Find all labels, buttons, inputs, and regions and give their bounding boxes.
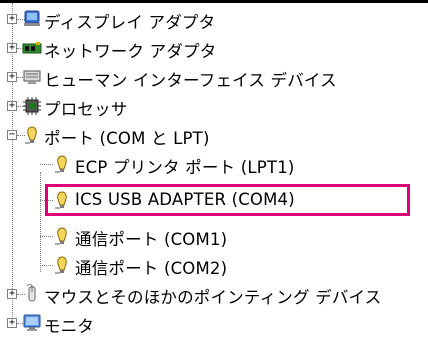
tree-item-label: プロセッサ — [44, 100, 128, 119]
expand-button[interactable]: + — [7, 101, 17, 111]
expand-button[interactable]: + — [7, 72, 17, 82]
monitor-icon — [23, 314, 41, 331]
tree-item-label: ディスプレイ アダプタ — [44, 13, 216, 32]
mouse-icon — [26, 284, 36, 302]
device-manager-tree: + ディスプレイ アダプタ + ネットワーク アダプタ + ヒューマン インター… — [0, 0, 428, 336]
network-adapter-icon — [22, 42, 42, 54]
human-interface-device-icon — [23, 70, 41, 84]
expand-button[interactable]: + — [7, 43, 17, 53]
tree-line — [40, 172, 41, 272]
tree-item-label: ヒューマン インターフェイス デバイス — [44, 71, 337, 90]
expand-button[interactable]: + — [7, 289, 17, 299]
tree-item-label: モニタ — [44, 317, 95, 336]
collapse-button[interactable]: − — [7, 130, 17, 140]
display-adapter-icon — [24, 10, 40, 26]
port-icon — [55, 256, 67, 274]
tree-item-label: ネットワーク アダプタ — [44, 42, 217, 61]
tree-item-label: 通信ポート (COM1) — [75, 230, 228, 249]
highlight-box — [45, 184, 410, 216]
tree-item-label: 通信ポート (COM2) — [75, 259, 228, 278]
tree-item-label: ECP プリンタ ポート (LPT1) — [75, 158, 295, 177]
expand-button[interactable]: + — [7, 14, 17, 24]
tree-item-label: ポート (COM と LPT) — [44, 129, 210, 148]
port-icon — [55, 227, 67, 245]
tree-item-label: マウスとそのほかのポインティング デバイス — [44, 288, 382, 307]
port-icon — [25, 126, 37, 144]
processor-icon — [23, 97, 41, 115]
port-icon — [55, 155, 67, 173]
expand-button[interactable]: + — [7, 318, 17, 328]
